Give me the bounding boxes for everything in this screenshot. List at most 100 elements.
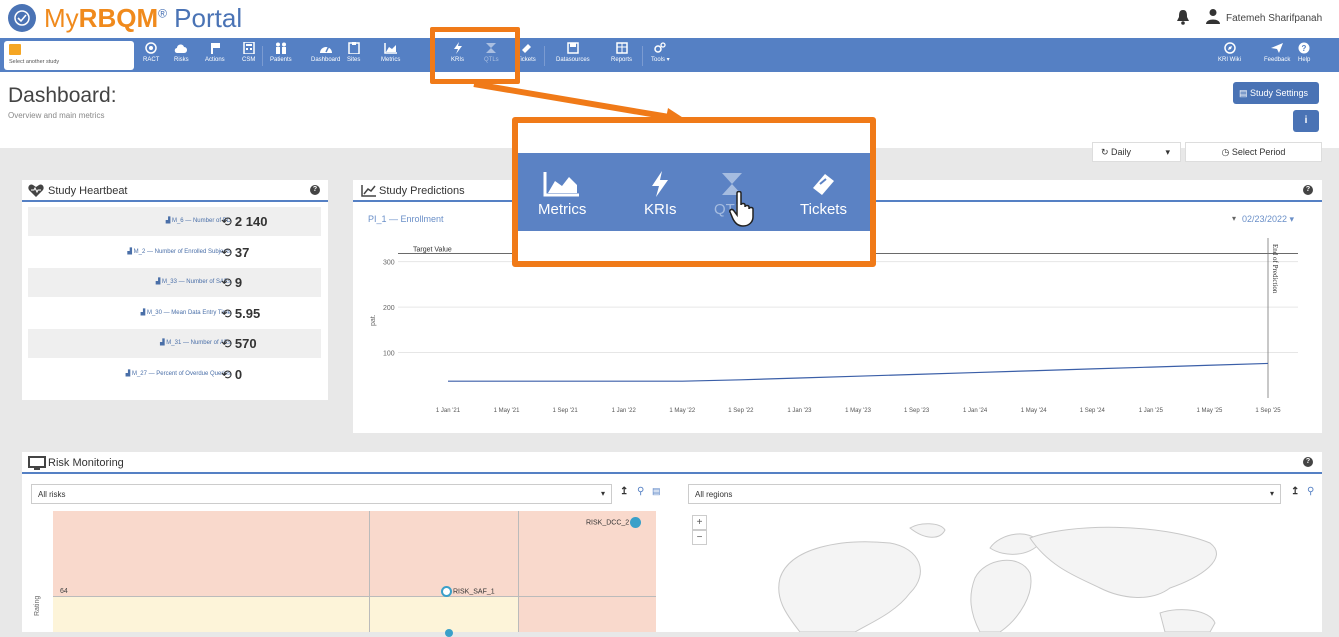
region-filter-select[interactable]: All regions ▾ (688, 484, 1281, 504)
sort-icon[interactable]: ↥ (1291, 486, 1299, 497)
prediction-date[interactable]: 02/23/2022 ▾ (1242, 214, 1294, 225)
world-map (778, 523, 1217, 632)
map-zoom-out-button[interactable]: − (692, 530, 707, 545)
heartbeat-row[interactable]: ▟ M_33 — Number of SAEs ⟲ 9 (28, 268, 321, 297)
caret-icon: ▾ (600, 489, 605, 498)
monitor-icon (28, 456, 46, 470)
gears-icon (654, 42, 666, 53)
area-chart-icon (383, 43, 397, 54)
metric-value: ⟲ 37 (221, 244, 250, 260)
bell-icon[interactable] (1176, 9, 1190, 25)
metric-label[interactable]: ▟ M_33 — Number of SAEs (156, 278, 231, 285)
y-tick-label: 200 (383, 305, 395, 312)
help-icon[interactable]: ? (310, 185, 320, 195)
sort-icon[interactable]: ↥ (620, 486, 628, 497)
y-axis-label: pat. (370, 314, 377, 326)
caret-icon[interactable]: ▾ (1232, 214, 1236, 223)
heartbeat-row[interactable]: ▟ M_6 — Number of PD ⟲ 2 140 (28, 207, 321, 236)
history-icon: ⟲ (221, 244, 232, 260)
metric-label[interactable]: ▟ M_27 — Percent of Overdue Queries (126, 370, 231, 377)
zoom-metrics[interactable]: Metrics (538, 171, 586, 218)
settings-icon: ▤ (1239, 88, 1251, 98)
zoomed-nav: Metrics KRIs QTLs Tickets (518, 153, 870, 231)
help-icon[interactable]: ? (1303, 185, 1313, 195)
x-tick-label: 1 Sep '22 (728, 408, 754, 414)
highlight-box (430, 27, 520, 84)
risk-zone-high (53, 511, 656, 596)
heartbeat-row[interactable]: ▟ M_30 — Mean Data Entry Time ⟲ 5.95 (28, 299, 321, 328)
series-line (448, 362, 1269, 382)
folder-icon (9, 44, 21, 55)
nav-datasources[interactable]: Datasources (556, 42, 590, 63)
y-tick-label: 100 (383, 351, 395, 358)
at-icon (145, 42, 157, 54)
y-tick-label: 300 (383, 260, 395, 267)
help-icon[interactable]: ? (1303, 457, 1313, 467)
film-icon[interactable]: ▤ (652, 486, 661, 497)
risk-point[interactable]: RISK_DCC_2 (586, 517, 642, 528)
history-icon: ⟲ (221, 275, 232, 290)
clock-icon: ◷ (1221, 147, 1232, 157)
help-icon: ? (1298, 42, 1310, 54)
nav-patients[interactable]: Patients (270, 42, 292, 63)
nav-reports[interactable]: Reports (611, 42, 632, 63)
heartbeat-row[interactable]: ▟ M_31 — Number of AEs ⟲ 570 (28, 329, 321, 358)
info-button[interactable]: i (1293, 110, 1319, 132)
risk-matrix: RISK_DCC_2 RISK_SAF_1 (53, 511, 656, 637)
history-icon: ⟲ (221, 214, 232, 229)
page-subtitle: Overview and main metrics (8, 111, 105, 120)
people-icon (275, 42, 286, 54)
zoom-icon[interactable]: ⚲ (1307, 486, 1314, 497)
zoom-icon[interactable]: ⚲ (637, 486, 644, 497)
x-tick-label: 1 May '21 (494, 408, 520, 414)
heartbeat-header: Study Heartbeat ? (22, 180, 328, 202)
zoom-callout: Metrics KRIs QTLs Tickets (512, 117, 876, 267)
nav-csm[interactable]: CSM (242, 42, 255, 63)
x-tick-label: 1 Jan '22 (612, 408, 637, 414)
risk-point[interactable]: RISK_SAF_1 (441, 586, 495, 597)
user-icon[interactable] (1206, 8, 1220, 24)
zoom-tickets[interactable]: Tickets (800, 171, 847, 218)
x-tick-label: 1 Jan '23 (787, 408, 812, 414)
nav-metrics[interactable]: Metrics (381, 42, 400, 63)
metric-value: ⟲ 5.95 (221, 305, 261, 321)
nav-dashboard[interactable]: Dashboard (311, 42, 340, 63)
study-settings-button[interactable]: ▤ Study Settings (1233, 82, 1319, 104)
zoom-kris[interactable]: KRIs (644, 171, 677, 218)
metric-label[interactable]: ▟ M_2 — Number of Enrolled Subjects (127, 248, 231, 255)
nav-feedback[interactable]: Feedback (1264, 42, 1290, 63)
gauge-icon (319, 45, 332, 53)
risk-filter-select[interactable]: All risks ▾ (31, 484, 612, 504)
nav-sites[interactable]: Sites (347, 42, 360, 63)
x-tick-label: 1 Sep '21 (553, 408, 579, 414)
risk-header: Risk Monitoring ? (22, 452, 1322, 474)
caret-icon: ▾ (1269, 489, 1274, 498)
user-name[interactable]: Fatemeh Sharifpanah (1226, 13, 1322, 24)
logo-icon (8, 4, 36, 32)
metric-label[interactable]: ▟ M_30 — Mean Data Entry Time (141, 309, 231, 316)
risk-zone-medium (53, 596, 518, 632)
cloud-icon (175, 44, 188, 53)
nav-help[interactable]: ? Help (1298, 42, 1310, 63)
nav-actions[interactable]: Actions (205, 42, 225, 63)
nav-kri-wiki[interactable]: KRI Wiki (1218, 42, 1241, 63)
compass-icon (1223, 42, 1236, 54)
map-zoom-in-button[interactable]: + (692, 515, 707, 530)
nav-ract[interactable]: RACT (143, 42, 159, 63)
select-study-button[interactable]: Select another study (4, 41, 134, 70)
nav-risks[interactable]: Risks (174, 42, 189, 63)
risk-marker-icon[interactable] (445, 629, 453, 637)
x-tick-label: 1 Jan '25 (1139, 408, 1164, 414)
nav-tools[interactable]: Tools ▾ (651, 42, 670, 63)
heartbeat-row[interactable]: ▟ M_2 — Number of Enrolled Subjects ⟲ 37 (28, 238, 321, 267)
heartbeat-row[interactable]: ▟ M_27 — Percent of Overdue Queries ⟲ 0 (28, 360, 321, 389)
x-tick-label: 1 Sep '24 (1080, 408, 1106, 414)
daily-select[interactable]: ↻ Daily ▾ (1092, 142, 1181, 162)
send-icon (1271, 43, 1284, 53)
hand-cursor-icon (729, 191, 754, 227)
bolt-icon (652, 171, 669, 197)
prediction-selector[interactable]: PI_1 — Enrollment (368, 214, 444, 224)
select-period-button[interactable]: ◷ Select Period (1185, 142, 1322, 162)
area-chart-icon (543, 172, 580, 197)
x-tick-label: 1 May '23 (845, 408, 871, 414)
